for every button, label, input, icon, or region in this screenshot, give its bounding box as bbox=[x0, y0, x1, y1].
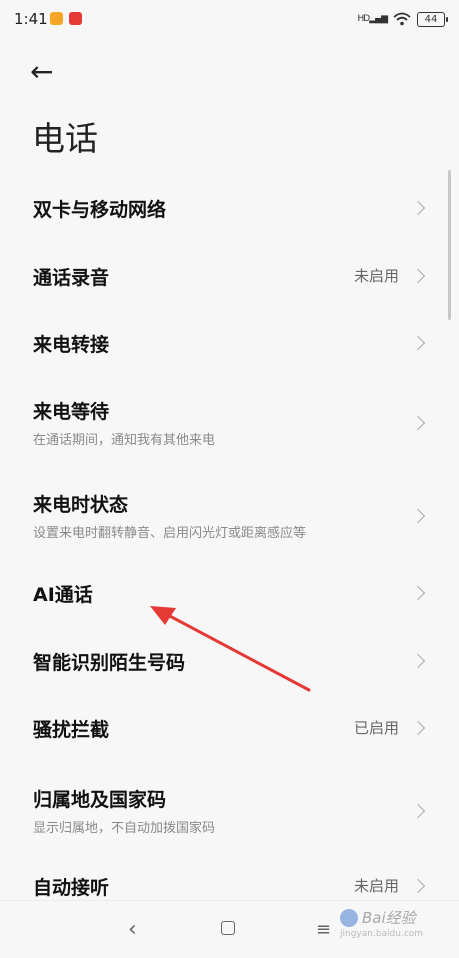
chevron-right-icon bbox=[410, 585, 426, 601]
watermark-text: Bai经验 bbox=[362, 909, 416, 927]
back-arrow-icon[interactable]: ← bbox=[30, 58, 66, 88]
watermark-url: jingyan.baidu.com bbox=[340, 929, 424, 939]
setting-caller-location-country-code[interactable]: 归属地及国家码 显示归属地，不自动加拨国家码 bbox=[0, 780, 459, 840]
setting-label: 来电等待 bbox=[33, 401, 110, 423]
setting-subtitle: 设置来电时翻转静音、启用闪光灯或距离感应等 bbox=[33, 526, 307, 541]
chevron-right-icon bbox=[410, 415, 426, 431]
nav-home-icon[interactable] bbox=[221, 921, 235, 935]
setting-dual-sim[interactable]: 双卡与移动网络 bbox=[0, 185, 459, 230]
setting-label: 自动接听 bbox=[33, 877, 110, 899]
chevron-right-icon bbox=[410, 268, 426, 284]
battery-icon: 44 bbox=[417, 11, 448, 27]
setting-ai-call[interactable]: AI通话 bbox=[0, 570, 459, 615]
chevron-right-icon bbox=[410, 200, 426, 216]
setting-label: 骚扰拦截 bbox=[33, 719, 110, 741]
nav-back-icon[interactable]: ‹ bbox=[128, 917, 137, 942]
setting-call-waiting[interactable]: 来电等待 在通话期间，通知我有其他来电 bbox=[0, 392, 459, 452]
paw-icon bbox=[340, 909, 358, 927]
chevron-right-icon bbox=[410, 653, 426, 669]
setting-incoming-call-status[interactable]: 来电时状态 设置来电时翻转静音、启用闪光灯或距离感应等 bbox=[0, 485, 459, 545]
setting-label: 智能识别陌生号码 bbox=[33, 652, 186, 674]
status-bar: 1:41 HD▂▄▆ 44 bbox=[0, 0, 459, 40]
status-time: 1:41 bbox=[14, 10, 48, 28]
setting-call-recording[interactable]: 通话录音 未启用 bbox=[0, 253, 459, 298]
setting-label: 归属地及国家码 bbox=[33, 789, 167, 811]
setting-label: 来电转接 bbox=[33, 334, 110, 356]
setting-label: 通话录音 bbox=[33, 267, 110, 289]
setting-subtitle: 在通话期间，通知我有其他来电 bbox=[33, 433, 216, 448]
wifi-icon bbox=[393, 12, 411, 26]
status-icons: HD▂▄▆ 44 bbox=[357, 9, 448, 29]
chevron-right-icon bbox=[410, 878, 426, 894]
setting-status: 未启用 bbox=[353, 877, 399, 895]
setting-label: 双卡与移动网络 bbox=[33, 199, 167, 221]
watermark-logo: Bai经验 jingyan.baidu.com bbox=[340, 905, 440, 945]
signal-icon: HD▂▄▆ bbox=[357, 14, 388, 24]
chevron-right-icon bbox=[410, 508, 426, 524]
app-notification-icon bbox=[50, 12, 63, 25]
chevron-right-icon bbox=[410, 720, 426, 736]
page-title: 电话 bbox=[32, 119, 98, 158]
nav-recents-icon[interactable]: ≡ bbox=[316, 919, 331, 940]
setting-label: 来电时状态 bbox=[33, 494, 129, 516]
setting-spam-blocking[interactable]: 骚扰拦截 已启用 bbox=[0, 705, 459, 750]
chevron-right-icon bbox=[410, 803, 426, 819]
setting-status: 未启用 bbox=[353, 267, 399, 285]
setting-call-forwarding[interactable]: 来电转接 bbox=[0, 320, 459, 365]
chevron-right-icon bbox=[410, 335, 426, 351]
setting-status: 已启用 bbox=[353, 719, 399, 737]
mail-notification-icon bbox=[69, 12, 82, 25]
setting-identify-unknown-numbers[interactable]: 智能识别陌生号码 bbox=[0, 638, 459, 683]
setting-label: AI通话 bbox=[33, 584, 93, 606]
setting-subtitle: 显示归属地，不自动加拨国家码 bbox=[33, 821, 216, 836]
